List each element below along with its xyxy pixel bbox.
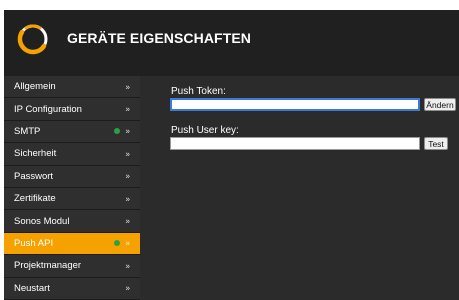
sidebar-item-label: Passwort bbox=[14, 170, 54, 182]
sidebar-item-label: Sonos Modul bbox=[14, 215, 70, 227]
sidebar-item-label: Neustart bbox=[14, 282, 50, 294]
sidebar-item-allgemein[interactable]: Allgemein » bbox=[4, 76, 140, 99]
chevron-right-icon: » bbox=[125, 238, 130, 248]
sidebar-item-push-api[interactable]: Push API » bbox=[4, 232, 140, 256]
status-dot-icon bbox=[114, 240, 120, 247]
chevron-right-icon: » bbox=[125, 82, 130, 92]
chevron-right-icon: » bbox=[125, 126, 130, 136]
sidebar-item-sicherheit[interactable]: Sicherheit » bbox=[4, 143, 140, 166]
chevron-right-icon: » bbox=[125, 104, 130, 114]
sidebar-item-smtp[interactable]: SMTP » bbox=[4, 120, 140, 144]
sidebar-item-label: Push API bbox=[14, 237, 54, 249]
sidebar-item-label: IP Configuration bbox=[14, 103, 82, 115]
status-dot-icon bbox=[114, 128, 120, 135]
sidebar-item-ip-configuration[interactable]: IP Configuration » bbox=[4, 98, 140, 121]
ring-logo-icon bbox=[17, 24, 48, 55]
sidebar: Allgemein » IP Configuration » SMTP » Si… bbox=[4, 76, 140, 300]
chevron-right-icon: » bbox=[125, 283, 130, 293]
sidebar-item-neustart[interactable]: Neustart » bbox=[4, 277, 140, 300]
chevron-right-icon: » bbox=[125, 149, 130, 159]
push-token-label: Push Token: bbox=[171, 86, 226, 97]
chevron-right-icon: » bbox=[125, 261, 130, 271]
push-user-key-label: Push User key: bbox=[171, 125, 239, 136]
header-divider bbox=[4, 68, 459, 76]
sidebar-item-label: Zertifikate bbox=[14, 193, 56, 205]
push-user-key-input[interactable] bbox=[170, 137, 420, 150]
chevron-right-icon: » bbox=[125, 194, 130, 204]
sidebar-item-label: Allgemein bbox=[14, 81, 56, 93]
page-title: GERÄTE EIGENSCHAFTEN bbox=[67, 30, 252, 46]
header-bar: GERÄTE EIGENSCHAFTEN bbox=[4, 10, 459, 68]
sidebar-item-passwort[interactable]: Passwort » bbox=[4, 165, 140, 188]
chevron-right-icon: » bbox=[125, 216, 130, 226]
main-panel: Push Token: Ändern Push User key: Test bbox=[140, 76, 459, 300]
push-token-input[interactable] bbox=[170, 98, 420, 111]
sidebar-item-sonos-modul[interactable]: Sonos Modul » bbox=[4, 210, 140, 233]
sidebar-item-label: SMTP bbox=[14, 125, 41, 137]
window: GERÄTE EIGENSCHAFTEN Allgemein » IP Conf… bbox=[0, 0, 459, 300]
sidebar-item-projektmanager[interactable]: Projektmanager » bbox=[4, 255, 140, 278]
change-token-button[interactable]: Ändern bbox=[424, 98, 456, 111]
sidebar-item-zertifikate[interactable]: Zertifikate » bbox=[4, 187, 140, 211]
chevron-right-icon: » bbox=[125, 171, 130, 181]
sidebar-item-label: Sicherheit bbox=[14, 148, 57, 160]
sidebar-item-label: Projektmanager bbox=[14, 260, 82, 272]
test-button[interactable]: Test bbox=[424, 137, 448, 150]
